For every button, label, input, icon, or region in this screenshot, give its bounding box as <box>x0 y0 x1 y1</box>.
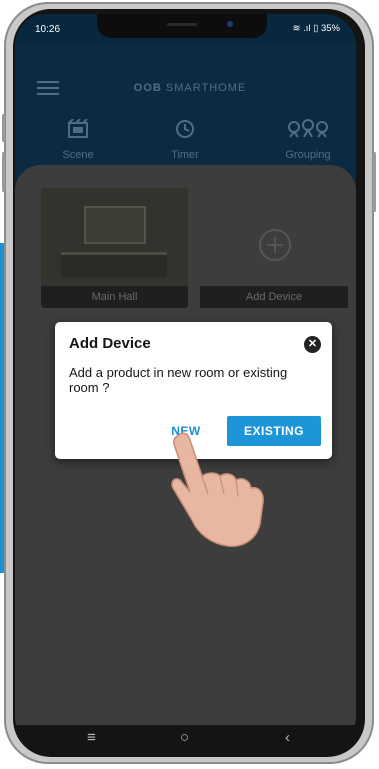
room-thumbnail-sofa <box>61 252 167 277</box>
system-nav-bar: ≡ ○ ‹ <box>15 725 356 748</box>
tab-grouping[interactable]: Grouping <box>263 119 353 161</box>
status-bar: 10:26 ≋ .ıl ▯ 35% <box>15 14 356 44</box>
volume-up-button <box>2 114 5 142</box>
notch <box>97 14 267 38</box>
dialog-title: Add Device <box>69 335 151 352</box>
add-device-label: Add Device <box>200 286 348 308</box>
speaker-grille <box>167 23 197 26</box>
scene-icon <box>33 119 123 139</box>
back-button[interactable]: ‹ <box>285 729 290 746</box>
hamburger-icon[interactable] <box>37 81 59 95</box>
tab-grouping-label: Grouping <box>285 149 331 161</box>
recent-apps-button[interactable]: ≡ <box>87 729 96 746</box>
status-time: 10:26 <box>35 24 61 35</box>
tab-scene[interactable]: Scene <box>33 119 123 161</box>
plus-circle-icon <box>258 228 292 267</box>
tab-scene-label: Scene <box>62 149 94 161</box>
room-thumbnail-frame <box>84 206 146 244</box>
grouping-icon <box>263 119 353 139</box>
front-camera <box>227 21 233 27</box>
room-card-main-hall[interactable]: Main Hall <box>41 188 188 308</box>
close-icon[interactable]: ✕ <box>304 336 321 353</box>
status-indicators: ≋ .ıl ▯ 35% <box>292 23 340 34</box>
tab-timer[interactable]: Timer <box>140 119 230 161</box>
home-button[interactable]: ○ <box>180 729 189 746</box>
tab-timer-label: Timer <box>171 149 199 161</box>
room-label: Main Hall <box>41 286 188 308</box>
pointing-hand-icon <box>171 432 264 547</box>
power-button <box>373 152 376 212</box>
logo-text: SMARTHOME <box>165 82 247 94</box>
app-logo: OOB SMARTHOME <box>105 82 275 94</box>
volume-down-button <box>2 152 5 192</box>
logo-bold: OOB <box>133 82 162 94</box>
add-device-card[interactable]: Add Device <box>200 188 348 308</box>
dialog-message: Add a product in new room or existing ro… <box>69 365 288 395</box>
room-thumbnail <box>41 188 188 286</box>
clock-icon <box>140 119 230 139</box>
